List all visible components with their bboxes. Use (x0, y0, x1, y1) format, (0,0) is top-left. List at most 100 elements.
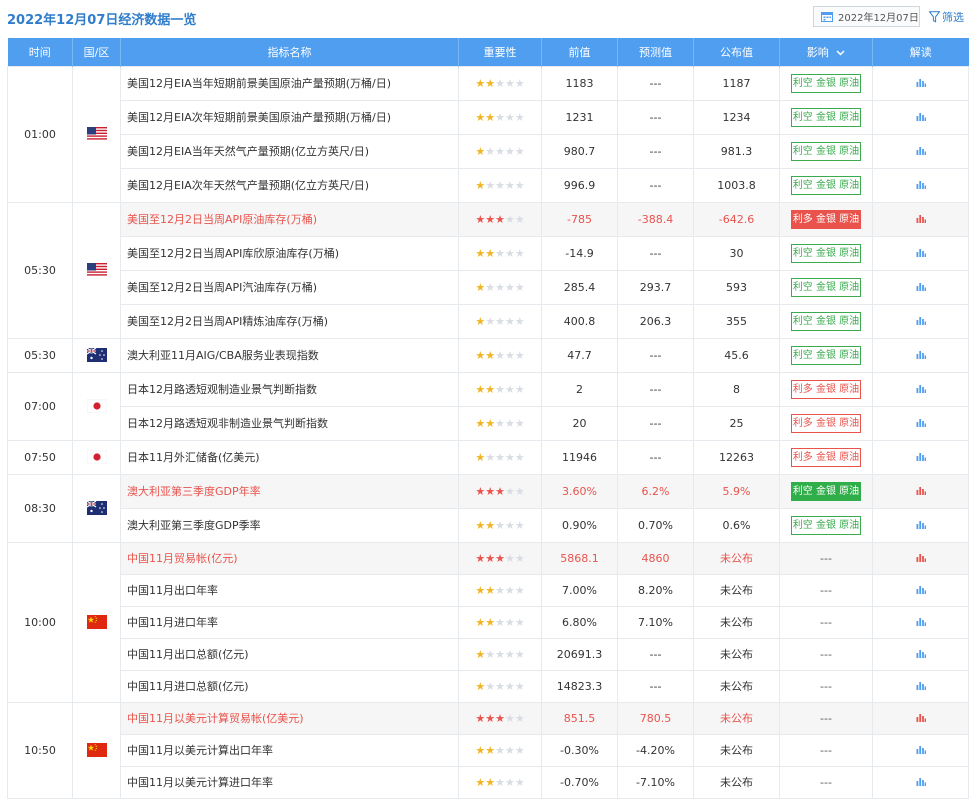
previous-value: 285.4 (541, 269, 618, 305)
read-cell (872, 669, 969, 703)
star-icon: ★ (514, 484, 525, 498)
bar-chart-icon[interactable] (916, 383, 926, 396)
actual-value: 45.6 (693, 337, 780, 373)
bar-chart-icon[interactable] (916, 213, 926, 226)
indicator-name[interactable]: 日本12月路透短观制造业景气判断指数 (120, 371, 459, 407)
star-icon: ★ (504, 382, 515, 396)
previous-value: 11946 (541, 439, 618, 475)
bar-chart-icon[interactable] (916, 111, 926, 124)
star-icon: ★ (514, 743, 525, 757)
read-cell (872, 65, 969, 101)
indicator-name[interactable]: 中国11月进口年率 (120, 605, 459, 639)
indicator-name[interactable]: 中国11月出口总额(亿元) (120, 637, 459, 671)
star-icon: ★ (475, 551, 486, 565)
impact-badge: 利多 金银 原油 (791, 209, 861, 229)
star-icon: ★ (485, 246, 496, 260)
star-icon: ★ (514, 615, 525, 629)
table-row: 美国至12月2日当周API库欣原油库存(万桶) ★ ★ ★ ★ ★ -14.9 --- 30 利空… (8, 235, 969, 271)
importance-stars: ★ ★ ★ ★ ★ (475, 316, 524, 327)
economic-data-table: 时间 国/区 指标名称 重要性 前值 预测值 公布值 影响 解读 01:00 美国… (7, 38, 969, 799)
japan-flag-icon (86, 398, 107, 414)
indicator-name[interactable]: 美国12月EIA次年天然气产量预期(亿立方英尺/日) (120, 167, 459, 203)
bar-chart-icon[interactable] (916, 744, 926, 757)
bar-chart-icon[interactable] (916, 349, 926, 362)
indicator-name[interactable]: 中国11月贸易帐(亿元) (120, 541, 459, 575)
actual-value: 未公布 (693, 765, 780, 799)
impact-none: --- (820, 583, 832, 597)
star-icon: ★ (514, 450, 525, 464)
bar-chart-icon[interactable] (916, 712, 926, 725)
bar-chart-icon[interactable] (916, 417, 926, 430)
time-cell: 10:00 (7, 541, 73, 703)
indicator-name[interactable]: 日本11月外汇储备(亿美元) (120, 439, 459, 475)
forecast-value: --- (617, 637, 694, 671)
star-icon: ★ (495, 348, 505, 362)
previous-value: 851.5 (541, 701, 618, 735)
actual-value: 0.6% (693, 507, 780, 543)
bar-chart-icon[interactable] (916, 584, 926, 597)
indicator-name[interactable]: 美国12月EIA次年短期前景美国原油产量预期(万桶/日) (120, 99, 459, 135)
date-picker[interactable]: 2022年12月07日 (813, 6, 920, 27)
star-icon: ★ (514, 348, 525, 362)
bar-chart-icon[interactable] (916, 485, 926, 498)
bar-chart-icon[interactable] (916, 451, 926, 464)
bar-chart-icon[interactable] (916, 648, 926, 661)
indicator-name[interactable]: 美国至12月2日当周API精炼油库存(万桶) (120, 303, 459, 339)
bar-chart-icon[interactable] (916, 77, 926, 90)
table-header-row: 时间 国/区 指标名称 重要性 前值 预测值 公布值 影响 解读 (7, 38, 969, 66)
col-header-forecast: 预测值 (617, 38, 694, 66)
star-icon: ★ (485, 615, 496, 629)
bar-chart-icon[interactable] (916, 552, 926, 565)
bar-chart-icon[interactable] (916, 519, 926, 532)
time-cell: 10:50 (7, 701, 73, 799)
indicator-name[interactable]: 中国11月以美元计算贸易帐(亿美元) (120, 701, 459, 735)
importance-cell: ★ ★ ★ ★ ★ (458, 507, 542, 543)
indicator-name[interactable]: 日本12月路透短观非制造业景气判断指数 (120, 405, 459, 441)
bar-chart-icon[interactable] (916, 281, 926, 294)
indicator-name[interactable]: 中国11月出口年率 (120, 573, 459, 607)
star-icon: ★ (495, 144, 505, 158)
indicator-name[interactable]: 美国至12月2日当周API汽油库存(万桶) (120, 269, 459, 305)
star-icon: ★ (495, 110, 505, 124)
indicator-name[interactable]: 美国12月EIA当年天然气产量预期(亿立方英尺/日) (120, 133, 459, 169)
impact-badge: 利空 金银 原油 (791, 481, 861, 501)
us-flag-icon (86, 127, 107, 141)
importance-cell: ★ ★ ★ ★ ★ (458, 573, 542, 607)
importance-cell: ★ ★ ★ ★ ★ (458, 269, 542, 305)
star-icon: ★ (514, 679, 525, 693)
impact-none: --- (820, 647, 832, 661)
actual-value: 未公布 (693, 733, 780, 767)
filter-button[interactable]: 筛选 (929, 9, 964, 25)
indicator-name[interactable]: 美国至12月2日当周API原油库存(万桶) (120, 201, 459, 237)
star-icon: ★ (514, 711, 525, 725)
importance-cell: ★ ★ ★ ★ ★ (458, 337, 542, 373)
bar-chart-icon[interactable] (916, 179, 926, 192)
indicator-name[interactable]: 中国11月以美元计算出口年率 (120, 733, 459, 767)
indicator-name[interactable]: 澳大利亚第三季度GDP季率 (120, 507, 459, 543)
importance-cell: ★ ★ ★ ★ ★ (458, 235, 542, 271)
bar-chart-icon[interactable] (916, 680, 926, 693)
indicator-name[interactable]: 中国11月进口总额(亿元) (120, 669, 459, 703)
importance-stars: ★ ★ ★ ★ ★ (475, 248, 524, 259)
star-icon: ★ (475, 314, 486, 328)
star-icon: ★ (495, 212, 505, 226)
indicator-name[interactable]: 美国12月EIA当年短期前景美国原油产量预期(万桶/日) (120, 65, 459, 101)
col-header-impact[interactable]: 影响 (779, 38, 873, 66)
actual-value: 593 (693, 269, 780, 305)
indicator-name[interactable]: 澳大利亚第三季度GDP年率 (120, 473, 459, 509)
bar-chart-icon[interactable] (916, 145, 926, 158)
bar-chart-icon[interactable] (916, 315, 926, 328)
importance-cell: ★ ★ ★ ★ ★ (458, 303, 542, 339)
bar-chart-icon[interactable] (916, 776, 926, 789)
importance-cell: ★ ★ ★ ★ ★ (458, 65, 542, 101)
read-cell (872, 405, 969, 441)
actual-value: 981.3 (693, 133, 780, 169)
indicator-name[interactable]: 美国至12月2日当周API库欣原油库存(万桶) (120, 235, 459, 271)
bar-chart-icon[interactable] (916, 247, 926, 260)
importance-stars: ★ ★ ★ ★ ★ (475, 452, 524, 463)
indicator-name[interactable]: 澳大利亚11月AIG/CBA服务业表现指数 (120, 337, 459, 373)
indicator-name[interactable]: 中国11月以美元计算进口年率 (120, 765, 459, 799)
col-header-actual: 公布值 (693, 38, 780, 66)
bar-chart-icon[interactable] (916, 616, 926, 629)
impact-cell: --- (779, 637, 873, 671)
